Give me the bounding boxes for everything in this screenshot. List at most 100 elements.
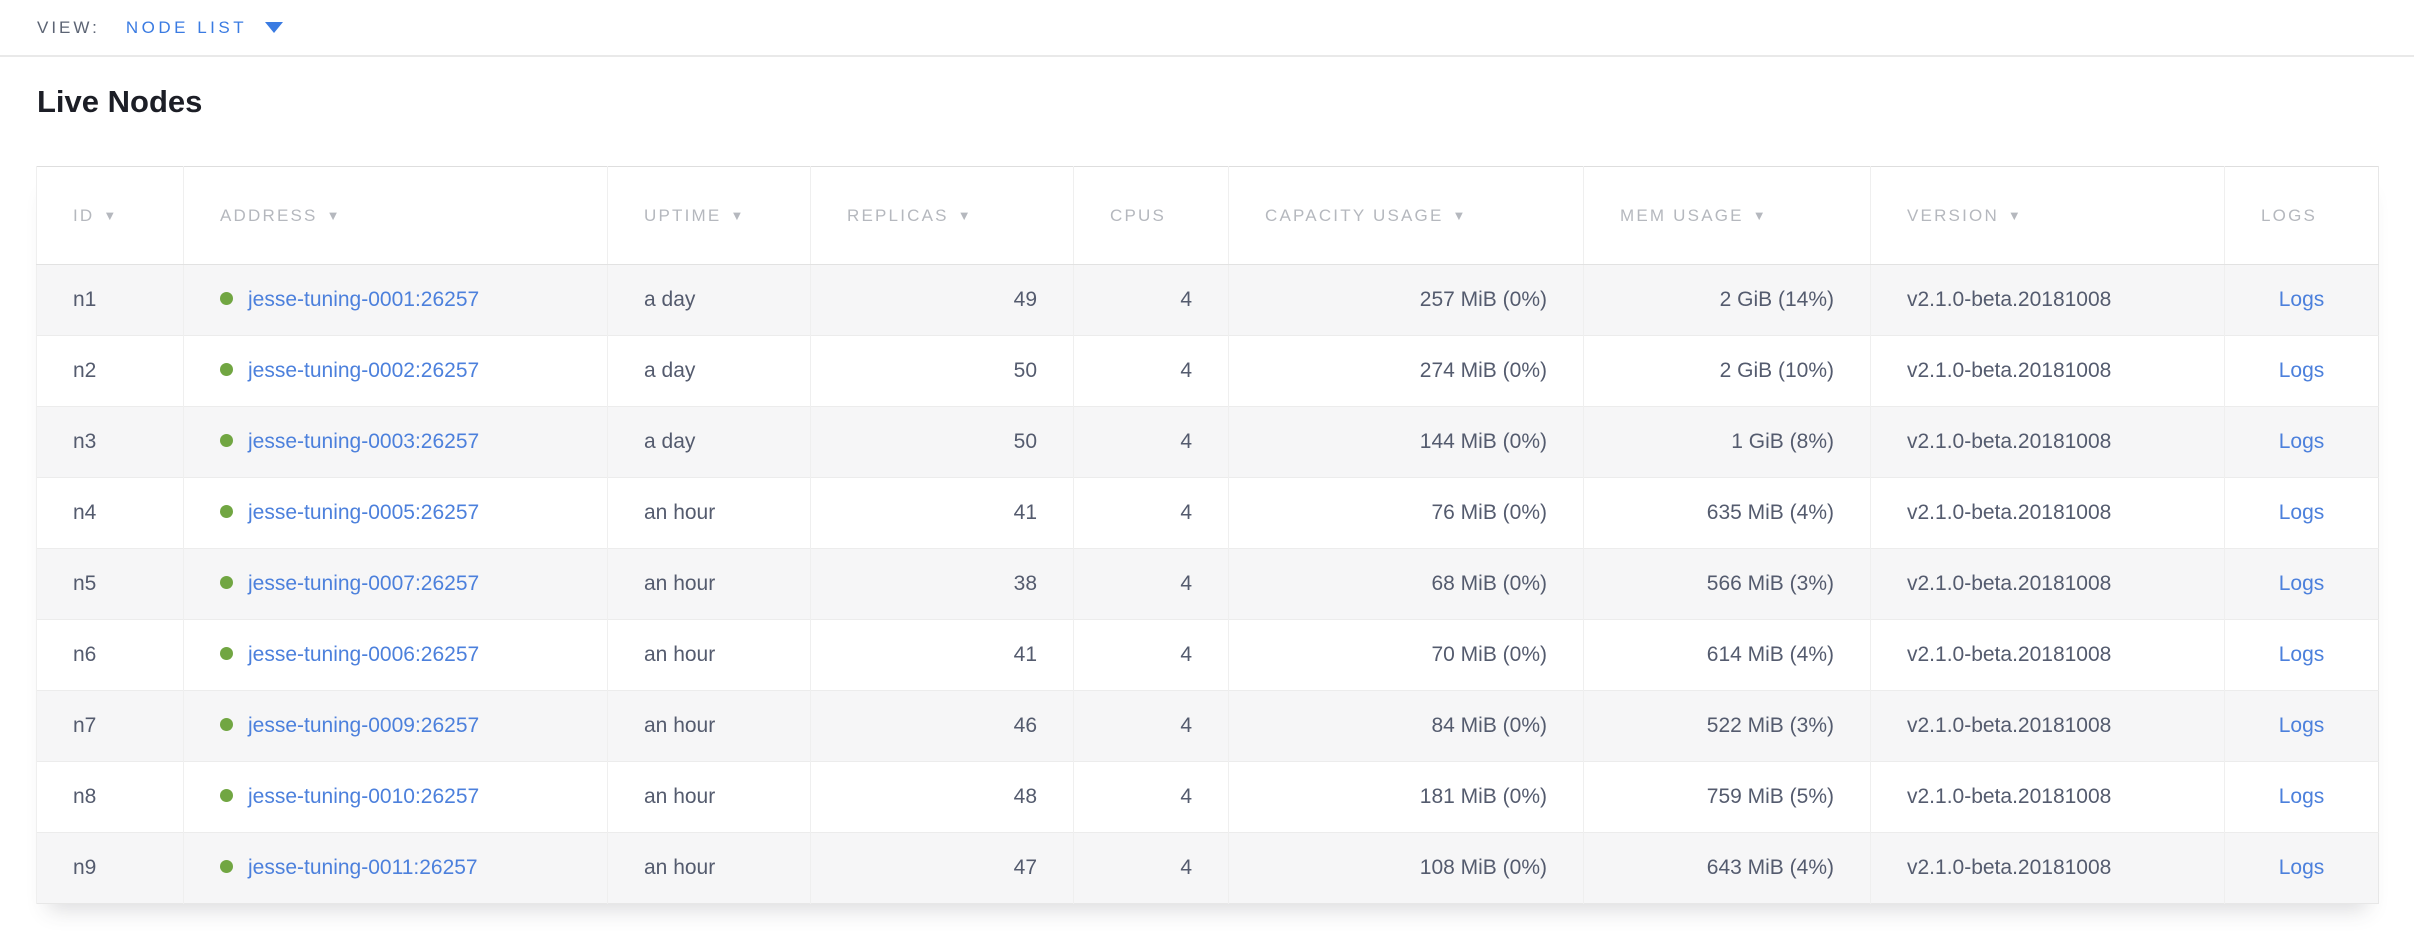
node-version-cell: v2.1.0-beta.20181008 [1871, 620, 2225, 691]
node-logs-link[interactable]: Logs [2279, 643, 2325, 666]
sort-desc-icon: ▼ [958, 208, 973, 223]
node-live-status-icon [220, 363, 233, 376]
node-address-cell: jesse-tuning-0002:26257 [184, 336, 608, 407]
table-row: n7 jesse-tuning-0009:26257 an hour 46 4 … [37, 691, 2379, 762]
node-logs-link[interactable]: Logs [2279, 785, 2325, 808]
node-id-cell: n8 [37, 762, 184, 833]
node-address-link[interactable]: jesse-tuning-0005:26257 [248, 501, 479, 524]
view-selector-dropdown[interactable]: NODE LIST [126, 18, 283, 38]
node-logs-cell: Logs [2225, 478, 2379, 549]
sort-desc-icon: ▼ [103, 208, 118, 223]
node-address-cell: jesse-tuning-0003:26257 [184, 407, 608, 478]
node-capacity-usage-cell: 274 MiB (0%) [1229, 336, 1584, 407]
node-version-cell: v2.1.0-beta.20181008 [1871, 265, 2225, 336]
node-address-cell: jesse-tuning-0005:26257 [184, 478, 608, 549]
node-uptime-cell: an hour [608, 833, 811, 904]
page-title: Live Nodes [37, 84, 2414, 120]
node-live-status-icon [220, 576, 233, 589]
node-logs-cell: Logs [2225, 407, 2379, 478]
node-live-status-icon [220, 789, 233, 802]
node-address-link[interactable]: jesse-tuning-0010:26257 [248, 785, 479, 808]
chevron-down-icon [265, 22, 283, 33]
node-cpus-cell: 4 [1074, 549, 1229, 620]
node-address-link[interactable]: jesse-tuning-0007:26257 [248, 572, 479, 595]
node-logs-cell: Logs [2225, 336, 2379, 407]
node-replicas-cell: 50 [811, 407, 1074, 478]
node-logs-link[interactable]: Logs [2279, 359, 2325, 382]
node-logs-link[interactable]: Logs [2279, 501, 2325, 524]
node-id-cell: n6 [37, 620, 184, 691]
column-header-address[interactable]: ADDRESS▼ [184, 167, 608, 265]
node-logs-link[interactable]: Logs [2279, 714, 2325, 737]
node-version-cell: v2.1.0-beta.20181008 [1871, 691, 2225, 762]
node-mem-usage-cell: 1 GiB (8%) [1584, 407, 1871, 478]
node-version-cell: v2.1.0-beta.20181008 [1871, 407, 2225, 478]
column-header-cpus: CPUS [1074, 167, 1229, 265]
node-mem-usage-cell: 522 MiB (3%) [1584, 691, 1871, 762]
column-header-mem-usage[interactable]: MEM USAGE▼ [1584, 167, 1871, 265]
node-capacity-usage-cell: 144 MiB (0%) [1229, 407, 1584, 478]
table-row: n8 jesse-tuning-0010:26257 an hour 48 4 … [37, 762, 2379, 833]
node-address-link[interactable]: jesse-tuning-0011:26257 [248, 856, 478, 879]
node-logs-link[interactable]: Logs [2279, 572, 2325, 595]
node-live-status-icon [220, 434, 233, 447]
node-capacity-usage-cell: 257 MiB (0%) [1229, 265, 1584, 336]
node-live-status-icon [220, 505, 233, 518]
node-address-cell: jesse-tuning-0011:26257 [184, 833, 608, 904]
node-cpus-cell: 4 [1074, 762, 1229, 833]
node-cpus-cell: 4 [1074, 691, 1229, 762]
node-live-status-icon [220, 718, 233, 731]
node-replicas-cell: 41 [811, 620, 1074, 691]
node-capacity-usage-cell: 76 MiB (0%) [1229, 478, 1584, 549]
column-header-logs: LOGS [2225, 167, 2379, 265]
sort-desc-icon: ▼ [1753, 208, 1768, 223]
column-header-capacity-usage[interactable]: CAPACITY USAGE▼ [1229, 167, 1584, 265]
sort-desc-icon: ▼ [730, 208, 745, 223]
node-id-cell: n4 [37, 478, 184, 549]
sort-desc-icon: ▼ [1453, 208, 1468, 223]
node-logs-link[interactable]: Logs [2279, 288, 2325, 311]
column-header-version[interactable]: VERSION▼ [1871, 167, 2225, 265]
node-address-cell: jesse-tuning-0007:26257 [184, 549, 608, 620]
node-address-link[interactable]: jesse-tuning-0003:26257 [248, 430, 479, 453]
table-row: n9 jesse-tuning-0011:26257 an hour 47 4 … [37, 833, 2379, 904]
sort-desc-icon: ▼ [327, 208, 342, 223]
node-cpus-cell: 4 [1074, 407, 1229, 478]
node-address-cell: jesse-tuning-0010:26257 [184, 762, 608, 833]
column-header-id[interactable]: ID▼ [37, 167, 184, 265]
node-id-cell: n5 [37, 549, 184, 620]
node-logs-cell: Logs [2225, 691, 2379, 762]
column-header-uptime[interactable]: UPTIME▼ [608, 167, 811, 265]
table-row: n5 jesse-tuning-0007:26257 an hour 38 4 … [37, 549, 2379, 620]
node-address-link[interactable]: jesse-tuning-0006:26257 [248, 643, 479, 666]
node-capacity-usage-cell: 108 MiB (0%) [1229, 833, 1584, 904]
node-cpus-cell: 4 [1074, 478, 1229, 549]
node-mem-usage-cell: 2 GiB (14%) [1584, 265, 1871, 336]
node-capacity-usage-cell: 70 MiB (0%) [1229, 620, 1584, 691]
table-row: n6 jesse-tuning-0006:26257 an hour 41 4 … [37, 620, 2379, 691]
node-logs-cell: Logs [2225, 620, 2379, 691]
node-mem-usage-cell: 643 MiB (4%) [1584, 833, 1871, 904]
node-replicas-cell: 48 [811, 762, 1074, 833]
node-replicas-cell: 41 [811, 478, 1074, 549]
node-version-cell: v2.1.0-beta.20181008 [1871, 478, 2225, 549]
node-uptime-cell: an hour [608, 620, 811, 691]
node-cpus-cell: 4 [1074, 265, 1229, 336]
node-mem-usage-cell: 635 MiB (4%) [1584, 478, 1871, 549]
node-live-status-icon [220, 860, 233, 873]
node-uptime-cell: an hour [608, 691, 811, 762]
node-id-cell: n9 [37, 833, 184, 904]
column-header-replicas[interactable]: REPLICAS▼ [811, 167, 1074, 265]
node-address-cell: jesse-tuning-0001:26257 [184, 265, 608, 336]
node-address-link[interactable]: jesse-tuning-0002:26257 [248, 359, 479, 382]
table-row: n3 jesse-tuning-0003:26257 a day 50 4 14… [37, 407, 2379, 478]
node-cpus-cell: 4 [1074, 620, 1229, 691]
node-mem-usage-cell: 566 MiB (3%) [1584, 549, 1871, 620]
node-logs-link[interactable]: Logs [2279, 856, 2325, 879]
node-logs-cell: Logs [2225, 762, 2379, 833]
view-label: VIEW: [37, 18, 100, 38]
node-address-link[interactable]: jesse-tuning-0001:26257 [248, 288, 479, 311]
node-address-link[interactable]: jesse-tuning-0009:26257 [248, 714, 479, 737]
node-id-cell: n3 [37, 407, 184, 478]
node-logs-link[interactable]: Logs [2279, 430, 2325, 453]
